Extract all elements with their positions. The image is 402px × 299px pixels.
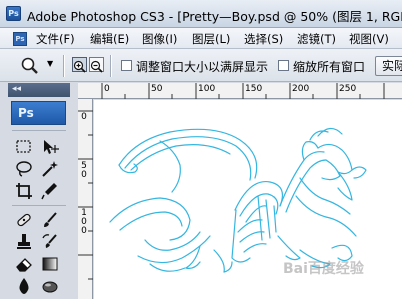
menu-select[interactable]: 选择(S) <box>244 31 283 47</box>
options-bar: ▼ 调整窗口大小以满屏显示 缩放所有窗口 实际 <box>0 49 402 82</box>
menu-file[interactable]: 文件(F) <box>36 31 75 47</box>
blur-tool-icon[interactable] <box>14 276 34 296</box>
collapse-icon[interactable]: ◂◂ <box>12 84 21 94</box>
zoom-out-button[interactable] <box>89 57 104 73</box>
slice-tool-icon[interactable] <box>40 181 60 201</box>
menu-image[interactable]: 图像(I) <box>142 31 177 47</box>
chevron-down-icon[interactable]: ▼ <box>47 59 53 68</box>
eraser-tool-icon[interactable] <box>14 254 34 274</box>
ruler-label: 0 <box>81 226 87 236</box>
vertical-ruler[interactable]: 0 5 0 1 0 0 <box>78 99 93 299</box>
document-menu-icon[interactable]: Ps <box>13 32 27 46</box>
actual-pixels-button[interactable]: 实际 <box>375 56 402 76</box>
crop-tool-icon[interactable] <box>14 181 34 201</box>
options-divider <box>110 55 112 77</box>
zoom-in-button[interactable] <box>72 57 87 73</box>
menu-layer[interactable]: 图层(L) <box>192 31 230 47</box>
ruler-label: 250 <box>339 84 357 94</box>
toolbox-logo[interactable]: Ps <box>11 101 66 125</box>
ruler-label: 50 <box>151 84 163 94</box>
healing-brush-tool-icon[interactable] <box>14 210 34 230</box>
ruler-label: 200 <box>292 84 310 94</box>
horizontal-ruler[interactable]: 0 50 100 150 200 250 <box>78 83 402 99</box>
history-brush-tool-icon[interactable] <box>40 232 60 252</box>
toolbox-logo-label: Ps <box>18 106 34 120</box>
menu-view[interactable]: 视图(V) <box>349 31 389 47</box>
gradient-tool-icon[interactable] <box>40 254 60 274</box>
resize-windows-label: 调整窗口大小以满屏显示 <box>136 60 269 74</box>
zoom-all-windows-label: 缩放所有窗口 <box>293 60 366 74</box>
ruler-label: 100 <box>198 84 216 94</box>
ruler-label: 0 <box>81 170 87 180</box>
title-bar: Ps Adobe Photoshop CS3 - [Pretty—Boy.psd… <box>0 0 402 28</box>
move-tool-icon[interactable] <box>40 137 60 157</box>
toolbox-panel: ◂◂ Ps <box>0 83 78 299</box>
menu-edit[interactable]: 编辑(E) <box>90 31 129 47</box>
photoshop-window: Ps Adobe Photoshop CS3 - [Pretty—Boy.psd… <box>0 0 402 299</box>
clone-stamp-tool-icon[interactable] <box>14 232 34 252</box>
toolbox-header[interactable]: ◂◂ <box>8 83 70 97</box>
options-divider <box>63 55 65 77</box>
ruler-label: 150 <box>245 84 263 94</box>
zoom-all-windows-checkbox[interactable] <box>278 60 289 71</box>
zoom-tool-preset-icon[interactable] <box>19 56 41 76</box>
menu-filter[interactable]: 滤镜(T) <box>297 31 336 47</box>
marquee-tool-icon[interactable] <box>14 137 34 157</box>
magic-wand-tool-icon[interactable] <box>40 159 60 179</box>
toolbox-divider <box>12 205 66 206</box>
ruler-label: 0 <box>81 112 87 122</box>
watermark: Bai百度经验 <box>283 261 364 277</box>
menu-bar: Ps 文件(F) 编辑(E) 图像(I) 图层(L) 选择(S) 滤镜(T) 视… <box>0 28 402 49</box>
resize-windows-checkbox[interactable] <box>121 60 132 71</box>
lasso-tool-icon[interactable] <box>14 159 34 179</box>
ruler-label: 0 <box>104 84 110 94</box>
window-title: Adobe Photoshop CS3 - [Pretty—Boy.psd @ … <box>27 9 402 24</box>
app-icon[interactable]: Ps <box>6 6 21 21</box>
brush-tool-icon[interactable] <box>40 210 60 230</box>
toolbox-divider <box>12 130 66 131</box>
dodge-tool-icon[interactable] <box>40 276 60 296</box>
